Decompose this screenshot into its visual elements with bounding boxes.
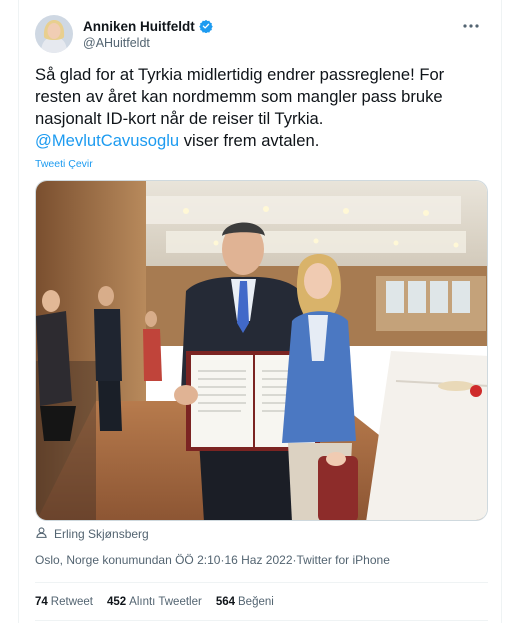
quotes-label: Alıntı Tweetler [129,596,202,608]
retweets-stat[interactable]: 74 Retweet [35,596,93,608]
tweet-source-app[interactable]: Twitter for iPhone [297,553,390,567]
tweet-text: Så glad for at Tyrkia midlertidig endrer… [35,64,491,152]
divider [35,582,488,583]
translate-tweet-link[interactable]: Tweeti Çevir [35,158,93,170]
tweet-meta: Oslo, Norge konumundan ÖÖ 2:10 · 16 Haz … [35,553,390,567]
verified-badge-icon [198,19,213,34]
tweet-text-main: Så glad for at Tyrkia midlertidig endrer… [35,65,445,128]
quote-tweets-stat[interactable]: 452 Alıntı Tweetler [107,596,202,608]
quotes-count: 452 [106,596,127,608]
mention-link[interactable]: @MevlutCavusoglu [35,131,179,150]
tweet-header: Anniken Huitfeldt @AHuitfeldt [35,14,487,54]
photo-credit-name[interactable]: Erling Skjønsberg [54,527,149,541]
author-display-name[interactable]: Anniken Huitfeldt [83,18,195,35]
tweet-stats: 74 Retweet 452 Alıntı Tweetler 564 Beğeni [35,596,274,608]
tweet-card: Anniken Huitfeldt @AHuitfeldt Så glad fo… [18,0,502,623]
likes-label: Beğeni [238,596,274,608]
divider [35,620,488,621]
tweet-location-time[interactable]: Oslo, Norge konumundan ÖÖ 2:10 [35,553,220,567]
tweet-photo[interactable] [35,180,488,521]
likes-stat[interactable]: 564 Beğeni [216,596,274,608]
tweet-text-after: viser frem avtalen. [179,131,320,150]
author-names: Anniken Huitfeldt @AHuitfeldt [83,18,213,51]
tweet-date[interactable]: 16 Haz 2022 [224,553,292,567]
photo-credit[interactable]: Erling Skjønsberg [35,526,149,542]
avatar[interactable] [35,15,73,53]
author-handle[interactable]: @AHuitfeldt [83,35,213,51]
retweets-count: 74 [35,596,48,608]
more-options-icon[interactable] [459,16,483,36]
person-icon [35,526,48,542]
retweets-label: Retweet [50,596,93,608]
likes-count: 564 [215,596,236,608]
